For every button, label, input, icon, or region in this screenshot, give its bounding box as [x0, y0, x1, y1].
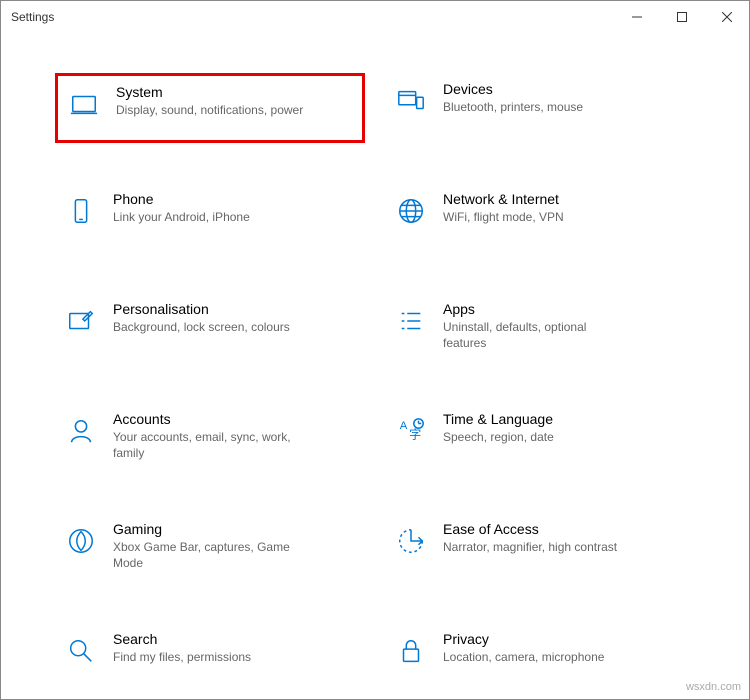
- person-icon: [63, 413, 99, 449]
- tile-title: Apps: [443, 301, 685, 317]
- svg-text:A: A: [400, 420, 408, 432]
- tile-title: Accounts: [113, 411, 355, 427]
- tile-desc: Uninstall, defaults, optional features: [443, 319, 633, 351]
- tile-text: Apps Uninstall, defaults, optional featu…: [443, 301, 685, 351]
- apps-icon: [393, 303, 429, 339]
- tile-phone[interactable]: Phone Link your Android, iPhone: [55, 183, 365, 253]
- settings-content: System Display, sound, notifications, po…: [1, 33, 749, 693]
- tile-desc: WiFi, flight mode, VPN: [443, 209, 633, 225]
- tile-text: Network & Internet WiFi, flight mode, VP…: [443, 191, 685, 225]
- tile-text: Gaming Xbox Game Bar, captures, Game Mod…: [113, 521, 355, 571]
- tile-accounts[interactable]: Accounts Your accounts, email, sync, wor…: [55, 403, 365, 473]
- tile-ease-of-access[interactable]: Ease of Access Narrator, magnifier, high…: [385, 513, 695, 583]
- tile-title: Search: [113, 631, 355, 647]
- settings-window: Settings System Display, sound, noti: [0, 0, 750, 700]
- tile-title: Privacy: [443, 631, 685, 647]
- time-language-icon: A字: [393, 413, 429, 449]
- tile-desc: Background, lock screen, colours: [113, 319, 303, 335]
- tile-desc: Your accounts, email, sync, work, family: [113, 429, 303, 461]
- tile-desc: Location, camera, microphone: [443, 649, 633, 665]
- paintbrush-icon: [63, 303, 99, 339]
- tile-text: Time & Language Speech, region, date: [443, 411, 685, 445]
- tile-search[interactable]: Search Find my files, permissions: [55, 623, 365, 693]
- tile-desc: Bluetooth, printers, mouse: [443, 99, 633, 115]
- tile-title: Phone: [113, 191, 355, 207]
- titlebar: Settings: [1, 1, 749, 33]
- phone-icon: [63, 193, 99, 229]
- tile-desc: Display, sound, notifications, power: [116, 102, 306, 118]
- globe-icon: [393, 193, 429, 229]
- search-icon: [63, 633, 99, 669]
- tile-desc: Speech, region, date: [443, 429, 633, 445]
- watermark: wsxdn.com: [686, 681, 741, 693]
- tile-personalisation[interactable]: Personalisation Background, lock screen,…: [55, 293, 365, 363]
- tile-text: Devices Bluetooth, printers, mouse: [443, 81, 685, 115]
- tile-title: Personalisation: [113, 301, 355, 317]
- tile-text: Search Find my files, permissions: [113, 631, 355, 665]
- tile-desc: Xbox Game Bar, captures, Game Mode: [113, 539, 303, 571]
- tile-desc: Link your Android, iPhone: [113, 209, 303, 225]
- devices-icon: [393, 83, 429, 119]
- tile-devices[interactable]: Devices Bluetooth, printers, mouse: [385, 73, 695, 143]
- tile-text: Privacy Location, camera, microphone: [443, 631, 685, 665]
- ease-of-access-icon: [393, 523, 429, 559]
- tile-text: System Display, sound, notifications, po…: [116, 84, 352, 118]
- tile-title: Network & Internet: [443, 191, 685, 207]
- tile-text: Phone Link your Android, iPhone: [113, 191, 355, 225]
- tile-title: Devices: [443, 81, 685, 97]
- tile-desc: Find my files, permissions: [113, 649, 303, 665]
- tile-privacy[interactable]: Privacy Location, camera, microphone: [385, 623, 695, 693]
- tile-gaming[interactable]: Gaming Xbox Game Bar, captures, Game Mod…: [55, 513, 365, 583]
- tile-time-language[interactable]: A字 Time & Language Speech, region, date: [385, 403, 695, 473]
- window-controls: [614, 1, 749, 33]
- tile-text: Personalisation Background, lock screen,…: [113, 301, 355, 335]
- tile-title: Ease of Access: [443, 521, 685, 537]
- tile-network[interactable]: Network & Internet WiFi, flight mode, VP…: [385, 183, 695, 253]
- system-icon: [66, 86, 102, 122]
- tile-apps[interactable]: Apps Uninstall, defaults, optional featu…: [385, 293, 695, 363]
- tile-title: Gaming: [113, 521, 355, 537]
- settings-grid: System Display, sound, notifications, po…: [55, 73, 695, 693]
- close-button[interactable]: [704, 1, 749, 33]
- tile-system[interactable]: System Display, sound, notifications, po…: [55, 73, 365, 143]
- gaming-icon: [63, 523, 99, 559]
- lock-icon: [393, 633, 429, 669]
- minimize-button[interactable]: [614, 1, 659, 33]
- maximize-button[interactable]: [659, 1, 704, 33]
- tile-text: Ease of Access Narrator, magnifier, high…: [443, 521, 685, 555]
- tile-title: System: [116, 84, 352, 100]
- tile-text: Accounts Your accounts, email, sync, wor…: [113, 411, 355, 461]
- window-title: Settings: [11, 10, 614, 24]
- tile-desc: Narrator, magnifier, high contrast: [443, 539, 633, 555]
- tile-title: Time & Language: [443, 411, 685, 427]
